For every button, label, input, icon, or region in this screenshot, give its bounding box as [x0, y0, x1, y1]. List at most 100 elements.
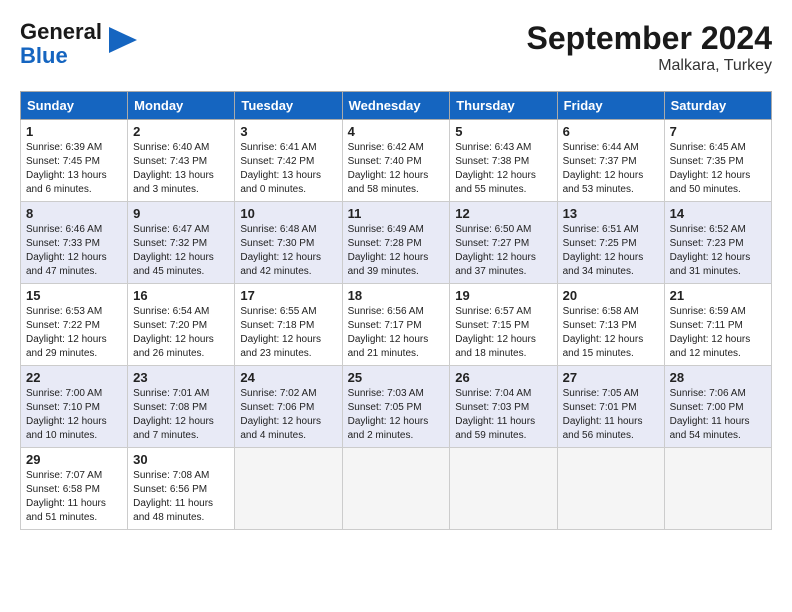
day-info: Sunrise: 6:58 AMSunset: 7:13 PMDaylight:… [563, 305, 659, 361]
calendar-cell: 21 Sunrise: 6:59 AMSunset: 7:11 PMDayligh… [664, 284, 771, 366]
day-info: Sunrise: 6:56 AMSunset: 7:17 PMDaylight:… [348, 305, 445, 361]
location: Malkara, Turkey [527, 57, 772, 75]
day-number: 6 [563, 124, 659, 139]
day-number: 13 [563, 206, 659, 221]
calendar-week-row: 22Sunrise: 7:00 AMSunset: 7:10 PMDayligh… [21, 366, 772, 448]
calendar-cell: 3Sunrise: 6:41 AMSunset: 7:42 PMDaylight… [235, 120, 342, 202]
calendar-cell: 20 Sunrise: 6:58 AMSunset: 7:13 PMDayligh… [557, 284, 664, 366]
day-info: Sunrise: 6:46 AMSunset: 7:33 PMDaylight:… [26, 223, 122, 279]
day-number: 3 [240, 124, 336, 139]
day-number: 24 [240, 370, 336, 385]
day-number: 20 [563, 288, 659, 303]
day-number: 22 [26, 370, 122, 385]
calendar-cell: 4Sunrise: 6:42 AMSunset: 7:40 PMDaylight… [342, 120, 450, 202]
weekday-header-row: SundayMondayTuesdayWednesdayThursdayFrid… [21, 92, 772, 120]
calendar-cell: 25Sunrise: 7:03 AMSunset: 7:05 PMDayligh… [342, 366, 450, 448]
day-info: Sunrise: 6:50 AMSunset: 7:27 PMDaylight:… [455, 223, 551, 279]
calendar-cell: 12 Sunrise: 6:50 AMSunset: 7:27 PMDayligh… [450, 202, 557, 284]
day-info: Sunrise: 6:45 AMSunset: 7:35 PMDaylight:… [670, 141, 766, 197]
calendar-cell: 29 Sunrise: 7:07 AMSunset: 6:58 PMDayligh… [21, 448, 128, 530]
calendar-week-row: 1 Sunrise: 6:39 AMSunset: 7:45 PMDaylight… [21, 120, 772, 202]
weekday-header-tuesday: Tuesday [235, 92, 342, 120]
calendar-cell: 17 Sunrise: 6:55 AMSunset: 7:18 PMDayligh… [235, 284, 342, 366]
calendar-cell: 8 Sunrise: 6:46 AMSunset: 7:33 PMDaylight… [21, 202, 128, 284]
day-info: Sunrise: 7:03 AMSunset: 7:05 PMDaylight:… [348, 387, 445, 443]
calendar-cell: 11 Sunrise: 6:49 AMSunset: 7:28 PMDayligh… [342, 202, 450, 284]
day-info: Sunrise: 6:51 AMSunset: 7:25 PMDaylight:… [563, 223, 659, 279]
calendar-cell: 1 Sunrise: 6:39 AMSunset: 7:45 PMDaylight… [21, 120, 128, 202]
day-info: Sunrise: 6:49 AMSunset: 7:28 PMDaylight:… [348, 223, 445, 279]
day-info: Sunrise: 7:02 AMSunset: 7:06 PMDaylight:… [240, 387, 336, 443]
calendar-cell: 2 Sunrise: 6:40 AMSunset: 7:43 PMDaylight… [128, 120, 235, 202]
day-number: 2 [133, 124, 229, 139]
calendar-cell: 15 Sunrise: 6:53 AMSunset: 7:22 PMDayligh… [21, 284, 128, 366]
calendar-cell: 9 Sunrise: 6:47 AMSunset: 7:32 PMDaylight… [128, 202, 235, 284]
calendar-week-row: 15 Sunrise: 6:53 AMSunset: 7:22 PMDayligh… [21, 284, 772, 366]
day-info: Sunrise: 7:07 AMSunset: 6:58 PMDaylight:… [26, 469, 122, 525]
day-info: Sunrise: 7:08 AMSunset: 6:56 PMDaylight:… [133, 469, 229, 525]
calendar-cell: 23 Sunrise: 7:01 AMSunset: 7:08 PMDayligh… [128, 366, 235, 448]
calendar-week-row: 8 Sunrise: 6:46 AMSunset: 7:33 PMDaylight… [21, 202, 772, 284]
day-info: Sunrise: 6:59 AMSunset: 7:11 PMDaylight:… [670, 305, 766, 361]
day-number: 8 [26, 206, 122, 221]
day-info: Sunrise: 6:55 AMSunset: 7:18 PMDaylight:… [240, 305, 336, 361]
day-number: 30 [133, 452, 229, 467]
day-number: 7 [670, 124, 766, 139]
calendar-cell [557, 448, 664, 530]
calendar-cell: 22Sunrise: 7:00 AMSunset: 7:10 PMDayligh… [21, 366, 128, 448]
calendar-cell: 30 Sunrise: 7:08 AMSunset: 6:56 PMDayligh… [128, 448, 235, 530]
weekday-header-friday: Friday [557, 92, 664, 120]
calendar-cell: 7 Sunrise: 6:45 AMSunset: 7:35 PMDaylight… [664, 120, 771, 202]
day-info: Sunrise: 6:54 AMSunset: 7:20 PMDaylight:… [133, 305, 229, 361]
day-info: Sunrise: 6:42 AMSunset: 7:40 PMDaylight:… [348, 141, 445, 197]
day-number: 12 [455, 206, 551, 221]
calendar-cell: 14Sunrise: 6:52 AMSunset: 7:23 PMDayligh… [664, 202, 771, 284]
month-title: September 2024 [527, 20, 772, 57]
day-info: Sunrise: 6:48 AMSunset: 7:30 PMDaylight:… [240, 223, 336, 279]
day-number: 17 [240, 288, 336, 303]
day-info: Sunrise: 6:43 AMSunset: 7:38 PMDaylight:… [455, 141, 551, 197]
day-info: Sunrise: 6:39 AMSunset: 7:45 PMDaylight:… [26, 141, 122, 197]
calendar-table: SundayMondayTuesdayWednesdayThursdayFrid… [20, 91, 772, 530]
day-number: 21 [670, 288, 766, 303]
day-number: 28 [670, 370, 766, 385]
day-number: 5 [455, 124, 551, 139]
calendar-cell: 5 Sunrise: 6:43 AMSunset: 7:38 PMDaylight… [450, 120, 557, 202]
logo-blue: Blue [20, 43, 68, 68]
day-info: Sunrise: 7:06 AMSunset: 7:00 PMDaylight:… [670, 387, 766, 443]
weekday-header-monday: Monday [128, 92, 235, 120]
calendar-cell [450, 448, 557, 530]
day-number: 29 [26, 452, 122, 467]
weekday-header-wednesday: Wednesday [342, 92, 450, 120]
day-info: Sunrise: 6:44 AMSunset: 7:37 PMDaylight:… [563, 141, 659, 197]
title-block: September 2024 Malkara, Turkey [527, 20, 772, 75]
day-info: Sunrise: 6:40 AMSunset: 7:43 PMDaylight:… [133, 141, 229, 197]
calendar-cell: 28 Sunrise: 7:06 AMSunset: 7:00 PMDayligh… [664, 366, 771, 448]
calendar-cell [342, 448, 450, 530]
day-number: 19 [455, 288, 551, 303]
day-info: Sunrise: 7:04 AMSunset: 7:03 PMDaylight:… [455, 387, 551, 443]
logo-icon [109, 27, 137, 53]
day-info: Sunrise: 6:57 AMSunset: 7:15 PMDaylight:… [455, 305, 551, 361]
calendar-cell: 13 Sunrise: 6:51 AMSunset: 7:25 PMDayligh… [557, 202, 664, 284]
calendar-cell: 6 Sunrise: 6:44 AMSunset: 7:37 PMDaylight… [557, 120, 664, 202]
day-info: Sunrise: 6:53 AMSunset: 7:22 PMDaylight:… [26, 305, 122, 361]
day-number: 23 [133, 370, 229, 385]
day-number: 11 [348, 206, 445, 221]
day-info: Sunrise: 6:47 AMSunset: 7:32 PMDaylight:… [133, 223, 229, 279]
calendar-cell [664, 448, 771, 530]
day-number: 14 [670, 206, 766, 221]
weekday-header-sunday: Sunday [21, 92, 128, 120]
day-number: 9 [133, 206, 229, 221]
day-number: 18 [348, 288, 445, 303]
weekday-header-saturday: Saturday [664, 92, 771, 120]
page-header: General Blue September 2024 Malkara, Tur… [20, 20, 772, 75]
calendar-cell: 24 Sunrise: 7:02 AMSunset: 7:06 PMDayligh… [235, 366, 342, 448]
day-info: Sunrise: 7:01 AMSunset: 7:08 PMDaylight:… [133, 387, 229, 443]
day-number: 15 [26, 288, 122, 303]
day-number: 10 [240, 206, 336, 221]
day-number: 1 [26, 124, 122, 139]
logo-general: General [20, 19, 102, 44]
calendar-cell: 16Sunrise: 6:54 AMSunset: 7:20 PMDayligh… [128, 284, 235, 366]
calendar-cell: 26Sunrise: 7:04 AMSunset: 7:03 PMDayligh… [450, 366, 557, 448]
